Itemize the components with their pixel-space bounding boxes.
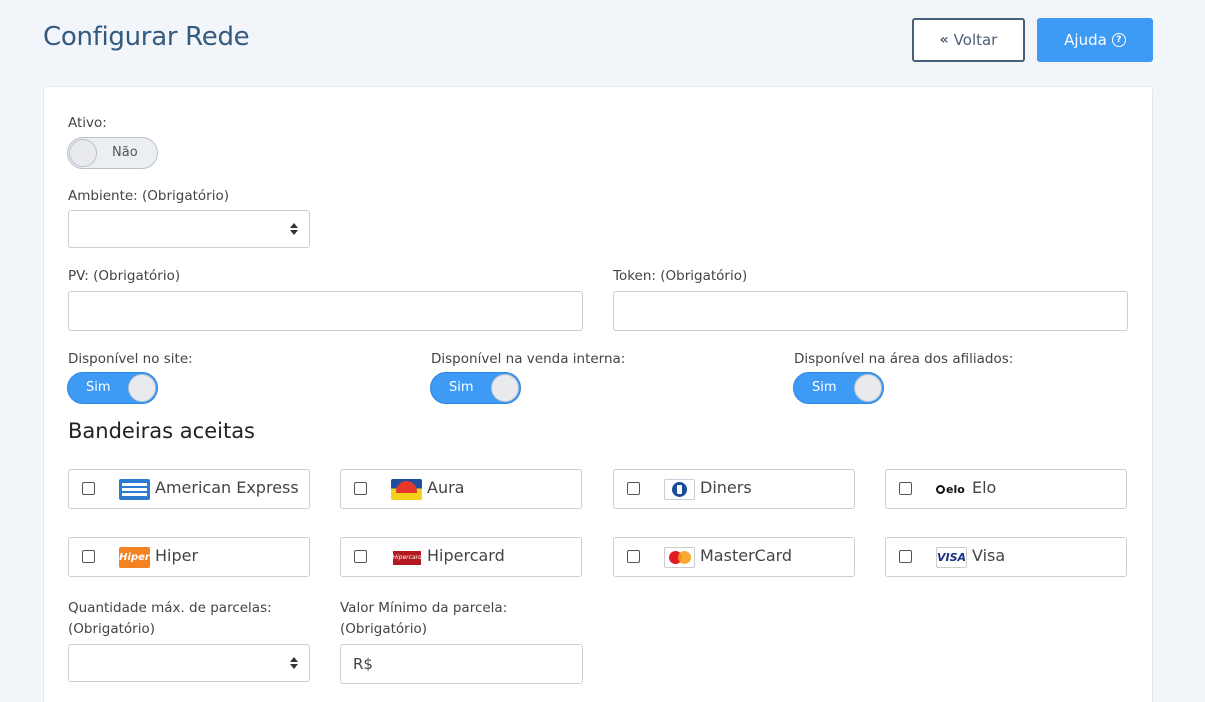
brands-title: Bandeiras aceitas bbox=[68, 419, 256, 443]
brand-option-mastercard[interactable]: MasterCard bbox=[613, 537, 855, 577]
active-toggle-text: Não bbox=[112, 145, 138, 160]
brand-name: Diners bbox=[700, 478, 752, 497]
select-arrows-icon bbox=[290, 657, 298, 670]
internal-sale-label: Disponível na venda interna: bbox=[431, 351, 626, 367]
brand-checkbox[interactable] bbox=[354, 482, 367, 495]
active-label: Ativo: bbox=[68, 115, 107, 131]
question-circle-icon: ? bbox=[1111, 33, 1126, 47]
amex-logo-icon bbox=[119, 479, 150, 500]
brand-checkbox[interactable] bbox=[354, 550, 367, 563]
help-button[interactable]: Ajuda ? bbox=[1037, 18, 1153, 62]
environment-label: Ambiente: (Obrigatório) bbox=[68, 188, 229, 204]
site-label: Disponível no site: bbox=[68, 351, 193, 367]
min-installment-label-line2: (Obrigatório) bbox=[340, 621, 427, 637]
toggle-knob bbox=[491, 374, 519, 402]
environment-select[interactable] bbox=[68, 210, 310, 248]
diners-logo-icon bbox=[664, 479, 695, 500]
brand-checkbox[interactable] bbox=[899, 550, 912, 563]
brand-option-elo[interactable]: elo Elo bbox=[885, 469, 1127, 509]
aura-logo-icon bbox=[391, 479, 422, 500]
brand-checkbox[interactable] bbox=[627, 550, 640, 563]
min-installment-input[interactable]: R$ bbox=[340, 644, 583, 684]
toggle-knob bbox=[128, 374, 156, 402]
brand-name: American Express bbox=[155, 478, 299, 497]
pv-label: PV: (Obrigatório) bbox=[68, 268, 181, 284]
min-installment-label-line1: Valor Mínimo da parcela: bbox=[340, 600, 508, 616]
back-button[interactable]: « Voltar bbox=[912, 18, 1025, 62]
brand-option-aura[interactable]: Aura bbox=[340, 469, 582, 509]
brand-option-hiper[interactable]: Hiper Hiper bbox=[68, 537, 310, 577]
max-installments-label-line2: (Obrigatório) bbox=[68, 621, 155, 637]
token-input[interactable] bbox=[613, 291, 1128, 331]
brand-option-visa[interactable]: VISA Visa bbox=[885, 537, 1127, 577]
brand-name: Hipercard bbox=[427, 546, 505, 565]
help-button-label: Ajuda bbox=[1064, 31, 1107, 49]
visa-logo-icon: VISA bbox=[936, 547, 967, 568]
toggle-knob bbox=[854, 374, 882, 402]
hipercard-logo-icon: Hipercard bbox=[391, 547, 422, 568]
affiliates-label: Disponível na área dos afiliados: bbox=[794, 351, 1014, 367]
pv-input[interactable] bbox=[68, 291, 583, 331]
max-installments-label: Quantidade máx. de parcelas: (Obrigatóri… bbox=[68, 598, 272, 640]
affiliates-toggle-text: Sim bbox=[812, 380, 837, 395]
affiliates-toggle[interactable]: Sim bbox=[793, 372, 884, 404]
brand-checkbox[interactable] bbox=[899, 482, 912, 495]
brand-name: Visa bbox=[972, 546, 1006, 565]
brand-name: Hiper bbox=[155, 546, 199, 565]
mastercard-logo-icon bbox=[664, 547, 695, 568]
brand-name: Elo bbox=[972, 478, 997, 497]
hiper-logo-icon: Hiper bbox=[119, 547, 150, 568]
elo-logo-icon: elo bbox=[936, 479, 967, 500]
site-toggle[interactable]: Sim bbox=[67, 372, 158, 404]
brand-name: MasterCard bbox=[700, 546, 793, 565]
double-chevron-left-icon: « bbox=[939, 32, 949, 48]
brand-checkbox[interactable] bbox=[82, 550, 95, 563]
internal-sale-toggle[interactable]: Sim bbox=[430, 372, 521, 404]
page-title: Configurar Rede bbox=[43, 22, 250, 52]
brand-option-american-express[interactable]: American Express bbox=[68, 469, 310, 509]
brand-option-diners[interactable]: Diners bbox=[613, 469, 855, 509]
site-toggle-text: Sim bbox=[86, 380, 111, 395]
brand-option-hipercard[interactable]: Hipercard Hipercard bbox=[340, 537, 582, 577]
select-arrows-icon bbox=[290, 223, 298, 236]
back-button-label: Voltar bbox=[953, 31, 998, 49]
max-installments-label-line1: Quantidade máx. de parcelas: bbox=[68, 600, 272, 616]
min-installment-label: Valor Mínimo da parcela: (Obrigatório) bbox=[340, 598, 507, 640]
active-toggle[interactable]: Não bbox=[67, 137, 158, 169]
brand-checkbox[interactable] bbox=[627, 482, 640, 495]
internal-sale-toggle-text: Sim bbox=[449, 380, 474, 395]
max-installments-select[interactable] bbox=[68, 644, 310, 682]
toggle-knob bbox=[69, 139, 97, 167]
token-label: Token: (Obrigatório) bbox=[613, 268, 748, 284]
brand-name: Aura bbox=[427, 478, 465, 497]
brand-checkbox[interactable] bbox=[82, 482, 95, 495]
